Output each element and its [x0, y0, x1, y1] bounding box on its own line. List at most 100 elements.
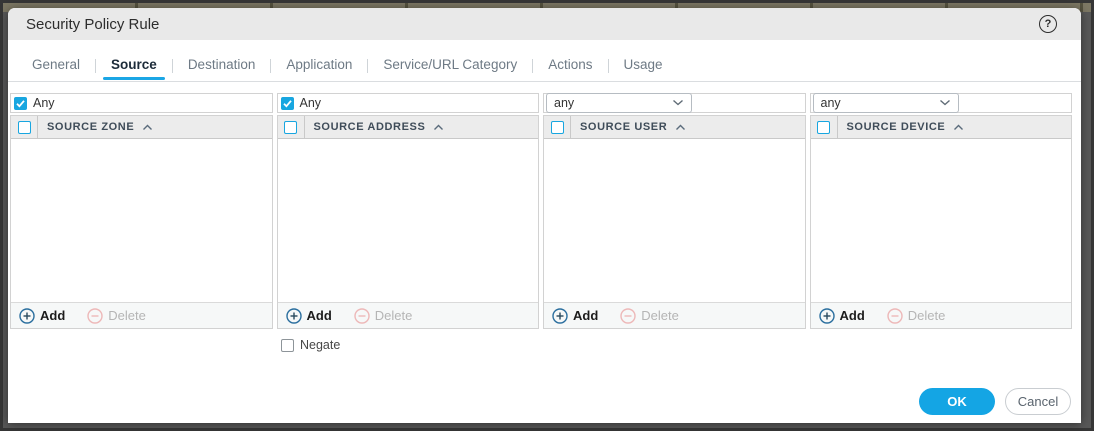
source-address-column: Any SOURCE ADDRESS [277, 93, 540, 329]
select-all-zones-checkbox[interactable] [18, 121, 31, 134]
add-device-button[interactable]: Add [819, 308, 865, 324]
source-user-header[interactable]: SOURCE USER [544, 116, 805, 139]
dialog-titlebar: Security Policy Rule ? [8, 8, 1081, 40]
add-zone-button[interactable]: Add [19, 308, 65, 324]
delete-device-label: Delete [908, 308, 946, 323]
tab-bar: General Source Destination Application S… [24, 52, 1081, 80]
add-user-button[interactable]: Add [552, 308, 598, 324]
plus-circle-icon [552, 308, 568, 324]
select-all-addresses-checkbox[interactable] [284, 121, 297, 134]
sort-ascending-icon [433, 124, 444, 131]
checkmark-icon [15, 98, 26, 109]
source-address-header-label: SOURCE ADDRESS [314, 121, 426, 133]
source-device-dropdown[interactable]: any [813, 93, 959, 113]
header-checkbox-cell [11, 116, 38, 138]
delete-address-label: Delete [375, 308, 413, 323]
source-address-footer: Add Delete [278, 302, 539, 328]
source-columns: Any SOURCE ZONE [8, 82, 1081, 329]
tab-separator [608, 59, 609, 73]
source-zone-column: Any SOURCE ZONE [10, 93, 273, 329]
source-user-footer: Add Delete [544, 302, 805, 328]
help-icon[interactable]: ? [1039, 15, 1057, 33]
add-address-label: Add [307, 308, 332, 323]
tab-separator [172, 59, 173, 73]
tab-actions[interactable]: Actions [540, 53, 600, 79]
delete-user-button[interactable]: Delete [620, 308, 679, 324]
any-address-row: Any [277, 93, 540, 113]
delete-device-button[interactable]: Delete [887, 308, 946, 324]
screen-frame: Security Policy Rule ? General Source De… [0, 0, 1094, 431]
add-device-label: Add [840, 308, 865, 323]
source-device-header[interactable]: SOURCE DEVICE [811, 116, 1072, 139]
negate-option: Negate [281, 338, 340, 352]
source-address-list-body[interactable] [278, 139, 539, 302]
source-zone-header-label: SOURCE ZONE [47, 121, 134, 133]
source-user-dropdown[interactable]: any [546, 93, 692, 113]
delete-zone-button[interactable]: Delete [87, 308, 146, 324]
source-device-list: SOURCE DEVICE Add Delete [810, 115, 1073, 329]
security-policy-rule-dialog: Security Policy Rule ? General Source De… [8, 8, 1081, 423]
negate-checkbox[interactable] [281, 339, 294, 352]
minus-circle-icon [87, 308, 103, 324]
source-user-list: SOURCE USER Add Delete [543, 115, 806, 329]
tab-separator [95, 59, 96, 73]
tab-separator [367, 59, 368, 73]
source-device-column: any SOURCE DEVICE [810, 93, 1073, 329]
tab-application[interactable]: Application [278, 53, 360, 79]
tab-source[interactable]: Source [103, 53, 165, 79]
source-zone-footer: Add Delete [11, 302, 272, 328]
header-checkbox-cell [278, 116, 305, 138]
header-checkbox-cell [811, 116, 838, 138]
plus-circle-icon [19, 308, 35, 324]
negate-label: Negate [300, 338, 340, 352]
delete-zone-label: Delete [108, 308, 146, 323]
chevron-down-icon [939, 99, 951, 106]
source-user-header-label: SOURCE USER [580, 121, 667, 133]
checkmark-icon [282, 98, 293, 109]
any-address-label: Any [300, 96, 322, 110]
tab-service-url-category[interactable]: Service/URL Category [375, 53, 525, 79]
delete-address-button[interactable]: Delete [354, 308, 413, 324]
source-address-header[interactable]: SOURCE ADDRESS [278, 116, 539, 139]
source-zone-header[interactable]: SOURCE ZONE [11, 116, 272, 139]
select-all-devices-checkbox[interactable] [817, 121, 830, 134]
tab-separator [270, 59, 271, 73]
source-device-header-label: SOURCE DEVICE [847, 121, 946, 133]
minus-circle-icon [887, 308, 903, 324]
tab-general[interactable]: General [24, 53, 88, 79]
any-zone-checkbox[interactable] [14, 97, 27, 110]
tab-separator [532, 59, 533, 73]
source-user-dropdown-value: any [554, 96, 574, 110]
tab-usage[interactable]: Usage [616, 53, 671, 79]
source-address-list: SOURCE ADDRESS Add Delete [277, 115, 540, 329]
source-user-list-body[interactable] [544, 139, 805, 302]
select-all-users-checkbox[interactable] [551, 121, 564, 134]
dialog-title: Security Policy Rule [26, 16, 159, 33]
source-device-dropdown-value: any [821, 96, 841, 110]
add-address-button[interactable]: Add [286, 308, 332, 324]
any-zone-row: Any [10, 93, 273, 113]
sort-ascending-icon [142, 124, 153, 131]
sort-ascending-icon [675, 124, 686, 131]
source-user-dropdown-row: any [543, 93, 806, 113]
source-zone-list: SOURCE ZONE Add Delete [10, 115, 273, 329]
delete-user-label: Delete [641, 308, 679, 323]
any-address-checkbox[interactable] [281, 97, 294, 110]
header-checkbox-cell [544, 116, 571, 138]
source-device-dropdown-row: any [810, 93, 1073, 113]
sort-ascending-icon [953, 124, 964, 131]
chevron-down-icon [672, 99, 684, 106]
source-device-footer: Add Delete [811, 302, 1072, 328]
ok-button[interactable]: OK [919, 388, 995, 415]
plus-circle-icon [819, 308, 835, 324]
tab-destination[interactable]: Destination [180, 53, 264, 79]
source-user-column: any SOURCE USER [543, 93, 806, 329]
cancel-button[interactable]: Cancel [1005, 388, 1071, 415]
minus-circle-icon [620, 308, 636, 324]
add-user-label: Add [573, 308, 598, 323]
any-zone-label: Any [33, 96, 55, 110]
dialog-footer: OK Cancel [919, 388, 1071, 415]
source-zone-list-body[interactable] [11, 139, 272, 302]
minus-circle-icon [354, 308, 370, 324]
source-device-list-body[interactable] [811, 139, 1072, 302]
